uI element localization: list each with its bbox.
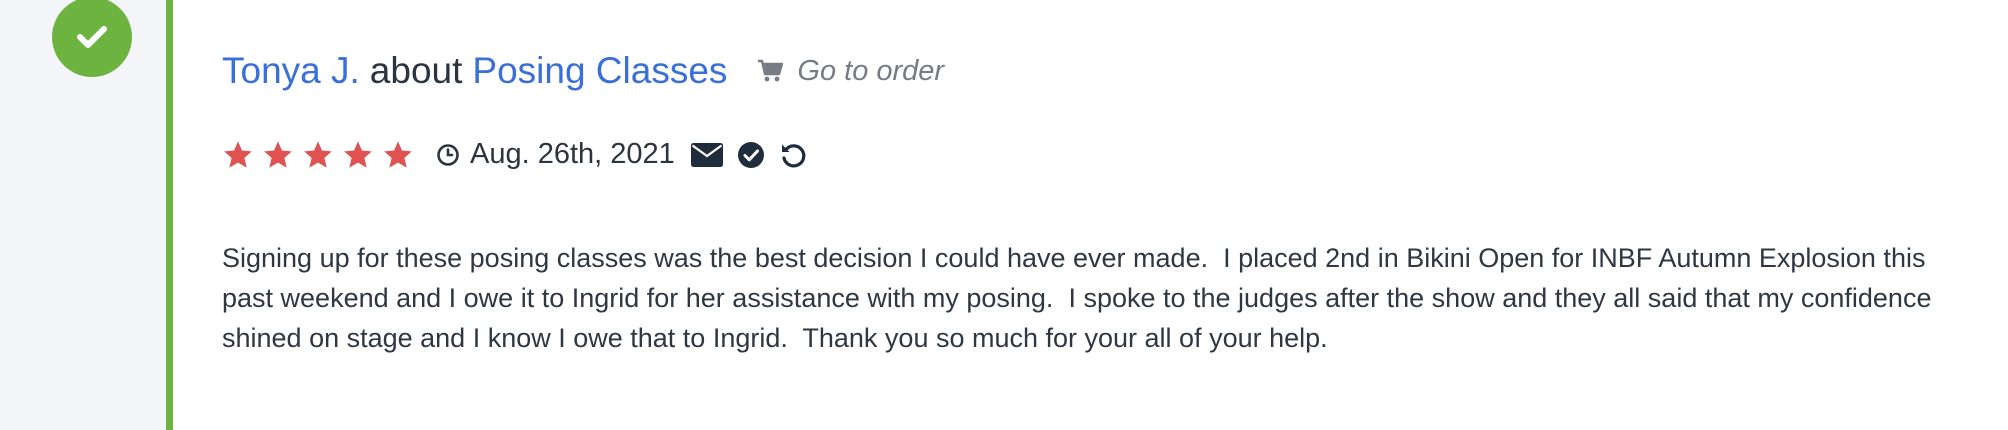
approve-button[interactable] — [737, 141, 765, 169]
undo-icon — [781, 143, 806, 167]
revert-button[interactable] — [779, 141, 807, 169]
go-to-order-label: Go to order — [797, 54, 945, 87]
cart-icon — [758, 59, 784, 82]
check-icon — [77, 26, 107, 48]
review-title: Tonya J. about Posing Classes Go to orde… — [222, 50, 944, 92]
clock-icon — [437, 143, 459, 166]
approved-status-badge — [52, 0, 132, 77]
check-circle-icon — [737, 141, 764, 168]
star-icon — [262, 139, 294, 171]
review-body: Signing up for these posing classes was … — [222, 243, 1939, 353]
star-icon — [342, 139, 374, 171]
star-rating — [222, 139, 414, 171]
star-icon — [382, 139, 414, 171]
review-date-text: Aug. 26th, 2021 — [470, 138, 675, 170]
envelope-icon — [690, 142, 723, 167]
go-to-order-link[interactable]: Go to order — [757, 55, 944, 88]
about-label: about — [369, 50, 463, 91]
star-icon — [302, 139, 334, 171]
review-accent-bar — [166, 0, 173, 430]
author-link[interactable]: Tonya J. — [222, 50, 360, 92]
product-link[interactable]: Posing Classes — [472, 50, 727, 92]
review-date: Aug. 26th, 2021 — [436, 138, 675, 171]
email-button[interactable] — [690, 142, 723, 168]
review-meta: Aug. 26th, 2021 — [222, 138, 807, 171]
star-icon — [222, 139, 254, 171]
